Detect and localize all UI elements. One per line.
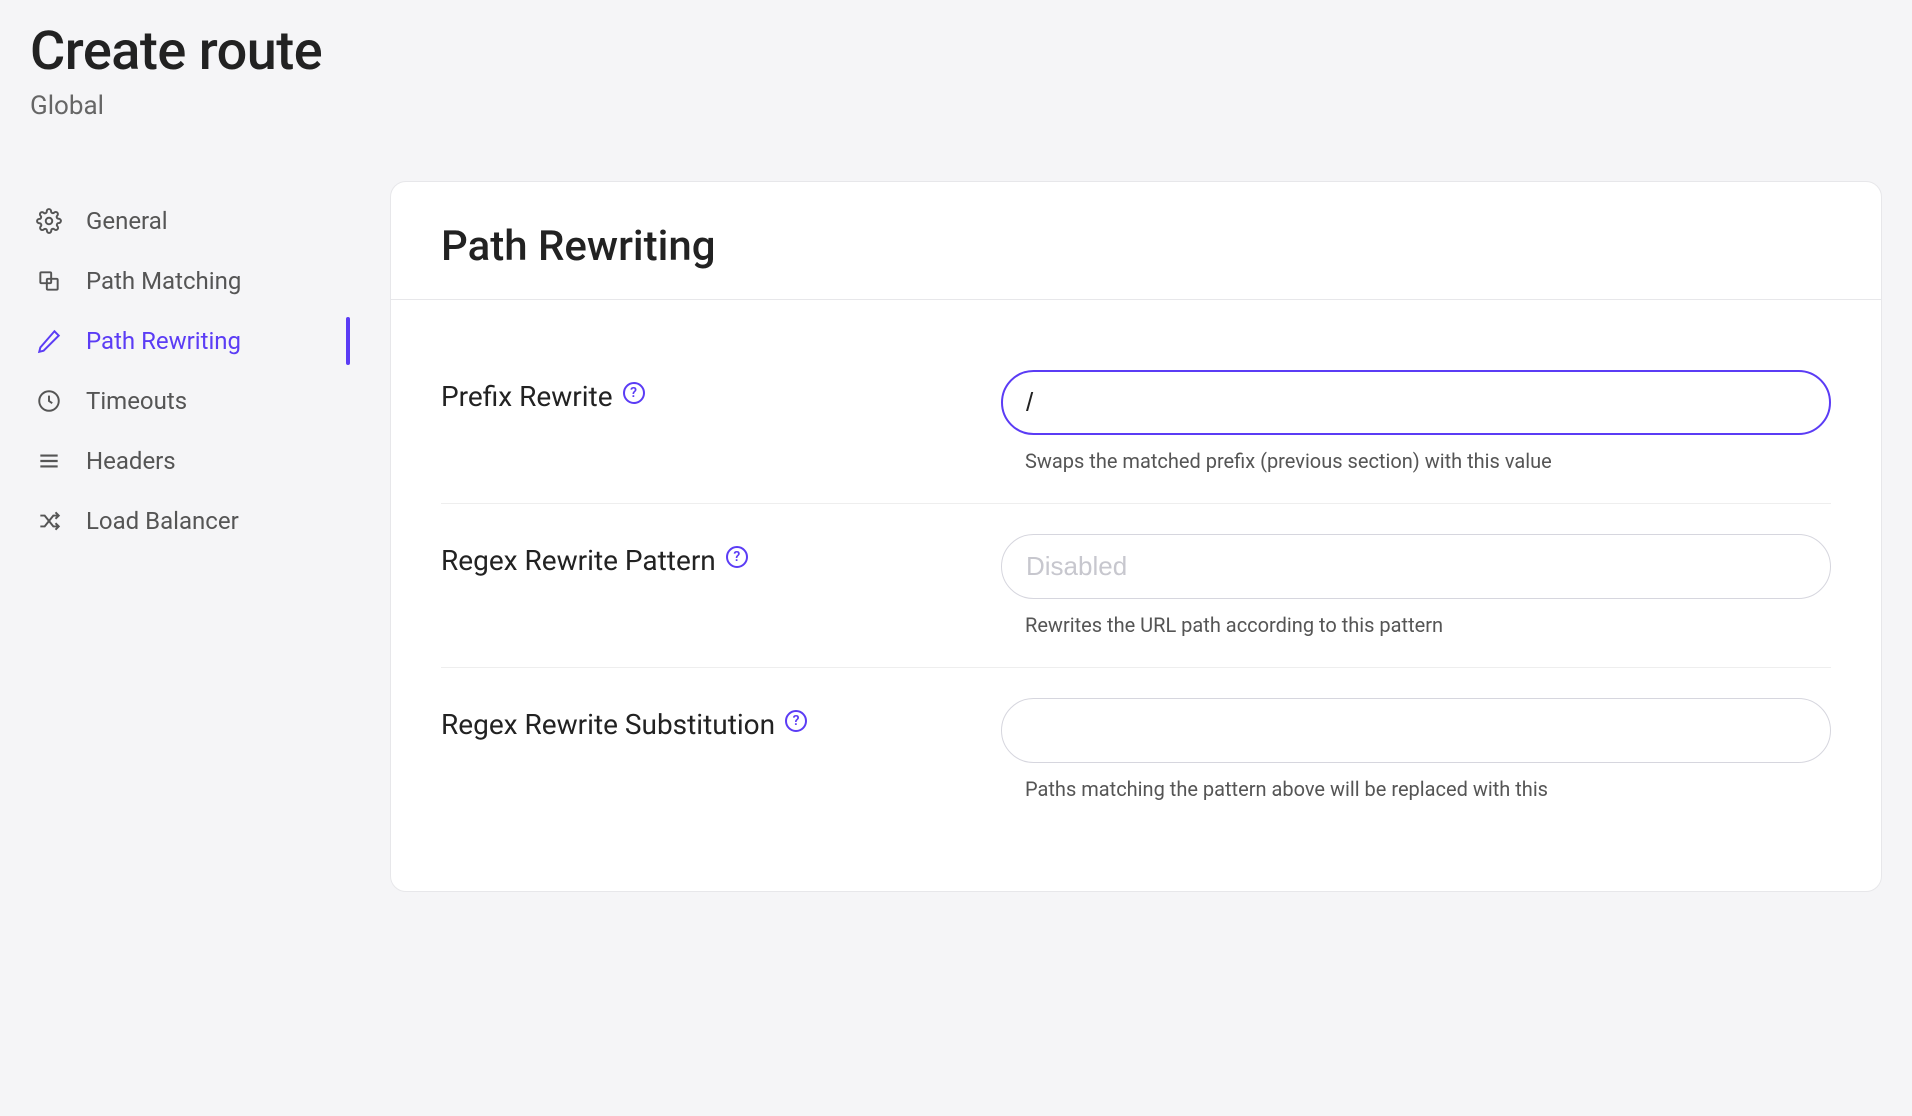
lines-icon xyxy=(36,448,62,474)
sidebar: General Path Matching Path Rewriting xyxy=(30,181,350,892)
field-label: Prefix Rewrite xyxy=(441,380,613,413)
main-layout: General Path Matching Path Rewriting xyxy=(30,181,1882,892)
pencil-icon xyxy=(36,328,62,354)
field-label-col: Prefix Rewrite ? xyxy=(441,370,961,413)
field-input-col: Swaps the matched prefix (previous secti… xyxy=(1001,370,1831,473)
sidebar-item-label: Path Rewriting xyxy=(86,327,241,355)
field-row-prefix-rewrite: Prefix Rewrite ? Swaps the matched prefi… xyxy=(441,340,1831,504)
sidebar-item-load-balancer[interactable]: Load Balancer xyxy=(30,491,350,551)
page-title: Create route xyxy=(30,20,1882,83)
shuffle-icon xyxy=(36,508,62,534)
sidebar-item-label: Path Matching xyxy=(86,267,241,295)
help-icon[interactable]: ? xyxy=(726,546,748,568)
field-row-regex-substitution: Regex Rewrite Substitution ? Paths match… xyxy=(441,668,1831,831)
prefix-rewrite-input[interactable] xyxy=(1001,370,1831,435)
field-label: Regex Rewrite Substitution xyxy=(441,708,775,741)
sidebar-item-path-rewriting[interactable]: Path Rewriting xyxy=(30,311,350,371)
settings-panel: Path Rewriting Prefix Rewrite ? Swaps th… xyxy=(390,181,1882,892)
field-label: Regex Rewrite Pattern xyxy=(441,544,716,577)
sidebar-item-label: General xyxy=(86,207,168,235)
panel-title: Path Rewriting xyxy=(441,222,1831,271)
gear-icon xyxy=(36,208,62,234)
field-help-text: Rewrites the URL path according to this … xyxy=(1001,613,1831,637)
field-help-text: Swaps the matched prefix (previous secti… xyxy=(1001,449,1831,473)
field-input-col: Paths matching the pattern above will be… xyxy=(1001,698,1831,801)
sidebar-item-headers[interactable]: Headers xyxy=(30,431,350,491)
field-input-col: Rewrites the URL path according to this … xyxy=(1001,534,1831,637)
regex-pattern-input[interactable] xyxy=(1001,534,1831,599)
page-subtitle: Global xyxy=(30,91,1882,121)
page-header: Create route Global xyxy=(30,20,1882,121)
sidebar-item-path-matching[interactable]: Path Matching xyxy=(30,251,350,311)
regex-substitution-input[interactable] xyxy=(1001,698,1831,763)
sidebar-item-label: Timeouts xyxy=(86,387,187,415)
field-label-col: Regex Rewrite Substitution ? xyxy=(441,698,961,741)
help-icon[interactable]: ? xyxy=(623,382,645,404)
sidebar-item-general[interactable]: General xyxy=(30,191,350,251)
sidebar-item-timeouts[interactable]: Timeouts xyxy=(30,371,350,431)
sidebar-item-label: Headers xyxy=(86,447,176,475)
sidebar-item-label: Load Balancer xyxy=(86,507,239,535)
divider xyxy=(391,299,1881,300)
field-help-text: Paths matching the pattern above will be… xyxy=(1001,777,1831,801)
field-label-col: Regex Rewrite Pattern ? xyxy=(441,534,961,577)
help-icon[interactable]: ? xyxy=(785,710,807,732)
clock-icon xyxy=(36,388,62,414)
field-row-regex-pattern: Regex Rewrite Pattern ? Rewrites the URL… xyxy=(441,504,1831,668)
path-match-icon xyxy=(36,268,62,294)
